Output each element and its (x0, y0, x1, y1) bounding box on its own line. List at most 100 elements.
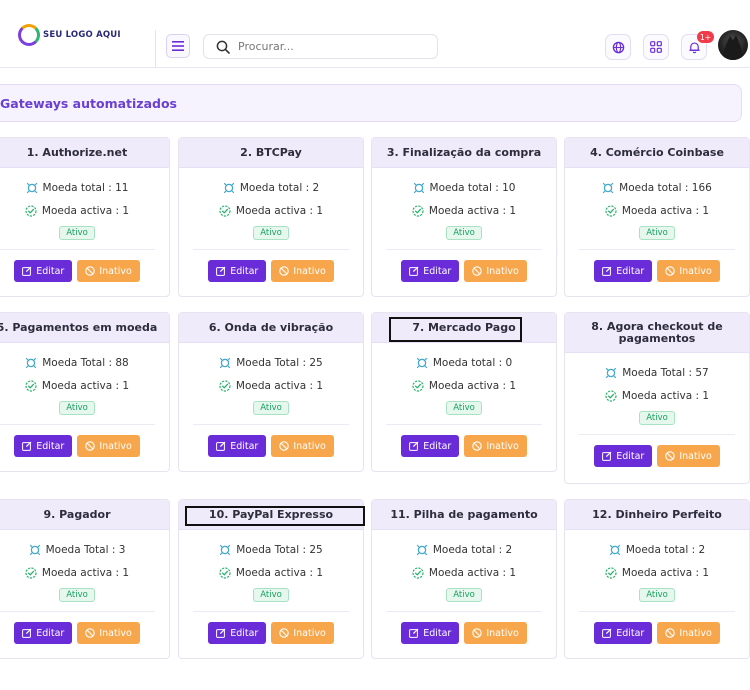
inactive-label: Inativo (679, 627, 712, 639)
apps-grid-button[interactable] (643, 34, 669, 60)
gateway-title: 9. Pagador (43, 507, 111, 521)
edit-icon (409, 628, 419, 638)
check-circle-icon (25, 204, 37, 217)
ban-icon (665, 628, 676, 638)
hamburger-icon (172, 41, 184, 51)
ban-icon (279, 441, 290, 451)
search-input[interactable] (238, 40, 418, 53)
gateway-card: 5. Pagamentos em moeda Moeda Total : 88 Mo… (0, 312, 170, 472)
total-currency-stat: Moeda total : 166 (565, 176, 749, 199)
edit-icon (216, 628, 226, 638)
language-button[interactable] (605, 34, 631, 60)
search-bar[interactable] (203, 34, 438, 59)
inactive-label: Inativo (293, 440, 326, 452)
card-divider (386, 249, 542, 250)
card-header: 2. BTCPay (179, 138, 363, 168)
currency-icon (416, 544, 427, 555)
gateway-card: 3. Finalização da compra Moeda total : 10… (371, 137, 557, 297)
edit-button[interactable]: Editar (14, 435, 73, 457)
gateway-card: 1. Authorize.net Moeda total : 11 Moeda ac… (0, 137, 170, 297)
status-badge: Ativo (639, 226, 675, 240)
check-circle-icon (219, 379, 231, 392)
gateway-title: 2. BTCPay (240, 145, 302, 159)
check-circle-icon (412, 379, 424, 392)
edit-button[interactable]: Editar (208, 622, 267, 644)
gateway-title: 5. Pagamentos em moeda (0, 320, 158, 334)
card-divider (386, 424, 542, 425)
active-currency-stat: Moeda activa : 1 (179, 374, 363, 397)
check-circle-icon (412, 566, 424, 579)
edit-button[interactable]: Editar (594, 622, 653, 644)
total-currency-text: Moeda Total : 57 (622, 366, 709, 379)
edit-label: Editar (616, 265, 645, 277)
status-badge: Ativo (253, 226, 289, 240)
deactivate-button[interactable]: Inativo (77, 435, 140, 457)
edit-icon (602, 451, 612, 461)
gateway-card: 6. Onda de vibração Moeda Total : 25 Moeda… (178, 312, 364, 472)
active-currency-text: Moeda activa : 1 (41, 379, 130, 392)
edit-button[interactable]: Editar (401, 622, 460, 644)
edit-button[interactable]: Editar (14, 622, 73, 644)
gateway-card: 11. Pilha de pagamento Moeda total : 2 Moe… (371, 499, 557, 659)
deactivate-button[interactable]: Inativo (77, 260, 140, 282)
deactivate-button[interactable]: Inativo (77, 622, 140, 644)
status-badge: Ativo (446, 226, 482, 240)
brand-logo[interactable]: SEU LOGO AQUI (18, 24, 121, 46)
deactivate-button[interactable]: Inativo (271, 435, 334, 457)
inactive-label: Inativo (293, 265, 326, 277)
total-currency-text: Moeda total : 2 (432, 543, 513, 556)
active-currency-stat: Moeda activa : 1 (179, 561, 363, 584)
edit-button[interactable]: Editar (401, 260, 460, 282)
total-currency-text: Moeda total : 166 (619, 181, 712, 194)
status-badge: Ativo (446, 401, 482, 415)
top-header: SEU LOGO AQUI 1+ (0, 0, 750, 68)
edit-button[interactable]: Editar (594, 445, 653, 467)
inactive-label: Inativo (99, 627, 132, 639)
card-divider (386, 611, 542, 612)
user-avatar[interactable] (718, 30, 748, 60)
deactivate-button[interactable]: Inativo (657, 445, 720, 467)
page-title: Gateways automatizados (0, 95, 177, 111)
gateway-title: 6. Onda de vibração (208, 320, 334, 334)
edit-label: Editar (423, 627, 452, 639)
inactive-label: Inativo (486, 627, 519, 639)
page-title-bar: Gateways automatizados (0, 84, 742, 122)
card-divider (579, 249, 735, 250)
edit-button[interactable]: Editar (208, 435, 267, 457)
ban-icon (85, 441, 96, 451)
deactivate-button[interactable]: Inativo (271, 260, 334, 282)
menu-toggle-button[interactable] (166, 34, 190, 58)
edit-button[interactable]: Editar (401, 435, 460, 457)
check-circle-icon (605, 389, 617, 402)
card-header: 9. Pagador (0, 500, 169, 530)
card-divider (579, 434, 735, 435)
check-circle-icon (25, 379, 37, 392)
gateway-title: 3. Finalização da compra (386, 145, 542, 159)
deactivate-button[interactable]: Inativo (271, 622, 334, 644)
gateway-title: 12. Dinheiro Perfeito (592, 507, 722, 521)
edit-label: Editar (230, 440, 259, 452)
total-currency-stat: Moeda total : 10 (372, 176, 556, 199)
logo-text: SEU LOGO AQUI (43, 30, 121, 40)
edit-button[interactable]: Editar (14, 260, 73, 282)
edit-icon (602, 266, 612, 276)
edit-button[interactable]: Editar (594, 260, 653, 282)
logo-icon (18, 24, 40, 46)
deactivate-button[interactable]: Inativo (464, 622, 527, 644)
active-currency-text: Moeda activa : 1 (235, 566, 324, 579)
card-divider (0, 249, 155, 250)
deactivate-button[interactable]: Inativo (657, 260, 720, 282)
ban-icon (279, 266, 290, 276)
deactivate-button[interactable]: Inativo (657, 622, 720, 644)
edit-icon (22, 441, 32, 451)
edit-button[interactable]: Editar (208, 260, 267, 282)
deactivate-button[interactable]: Inativo (464, 260, 527, 282)
check-circle-icon (605, 566, 617, 579)
check-circle-icon (605, 204, 617, 217)
card-divider (193, 611, 349, 612)
active-currency-text: Moeda activa : 1 (621, 389, 710, 402)
edit-label: Editar (423, 440, 452, 452)
edit-icon (216, 266, 226, 276)
globe-icon (612, 41, 624, 53)
deactivate-button[interactable]: Inativo (464, 435, 527, 457)
